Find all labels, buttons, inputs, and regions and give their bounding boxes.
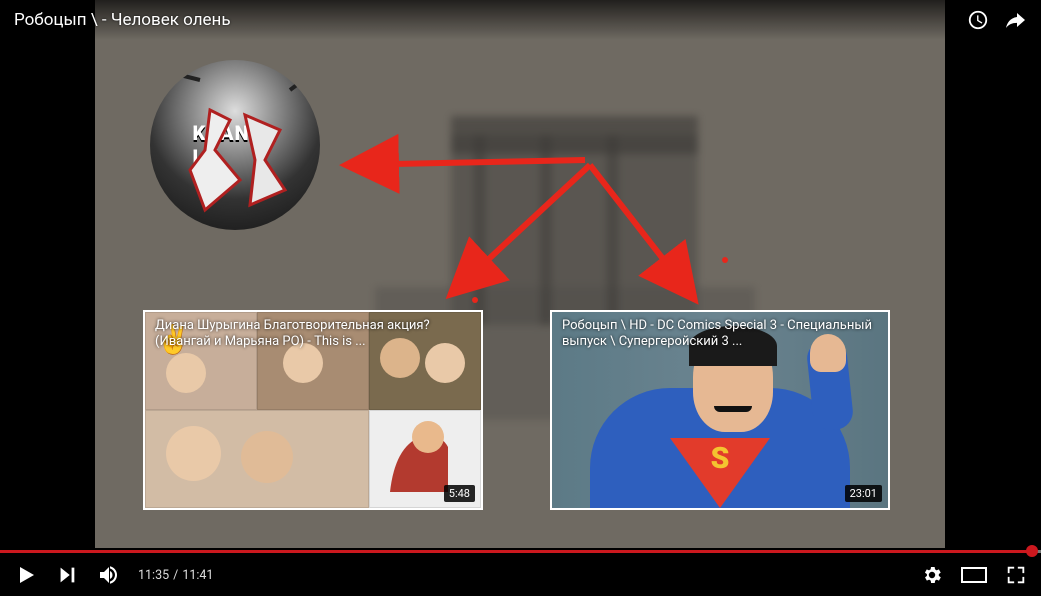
fullscreen-icon[interactable] <box>1005 564 1027 586</box>
current-time: 11:35 <box>138 568 169 583</box>
duration-time: 11:41 <box>182 568 213 583</box>
channel-avatar-endcard[interactable]: KSANDR LK <box>150 60 320 230</box>
controls-right-group <box>921 564 1027 586</box>
player-controls: 11:35 / 11:41 <box>0 554 1041 596</box>
time-display: 11:35 / 11:41 <box>138 568 213 583</box>
play-icon[interactable] <box>14 563 38 587</box>
watch-later-icon[interactable] <box>967 9 989 31</box>
next-icon[interactable] <box>56 564 78 586</box>
title-bar: Робоцып \ - Человек олень <box>0 0 1041 40</box>
endcard-1-title: Диана Шурыгина Благотворительная акция?(… <box>155 318 471 351</box>
endcard-video-1[interactable]: ✌ Диана Шурыгина Благотворительная акция… <box>143 310 483 510</box>
controls-left-group: 11:35 / 11:41 <box>14 563 213 587</box>
facepalm-graphic <box>370 410 470 497</box>
progress-played <box>0 550 1032 553</box>
endcard-2-title: Робоцып \ HD - DC Comics Special 3 - Спе… <box>562 318 878 351</box>
endcard-1-duration: 5:48 <box>444 485 475 502</box>
settings-icon[interactable] <box>921 564 943 586</box>
endcard-video-2[interactable]: S Робоцып \ HD - DC Comics Special 3 - С… <box>550 310 890 510</box>
video-title: Робоцып \ - Человек олень <box>14 10 231 30</box>
video-content-area: KSANDR LK ✌ <box>95 0 945 548</box>
title-actions <box>967 8 1027 32</box>
theater-mode-icon[interactable] <box>961 564 987 586</box>
video-player: KSANDR LK ✌ <box>0 0 1041 596</box>
avatar-art <box>150 60 320 230</box>
volume-icon[interactable] <box>96 563 120 587</box>
endcard-2-duration: 23:01 <box>845 485 882 502</box>
time-separator: / <box>173 568 178 583</box>
share-icon[interactable] <box>1003 8 1027 32</box>
